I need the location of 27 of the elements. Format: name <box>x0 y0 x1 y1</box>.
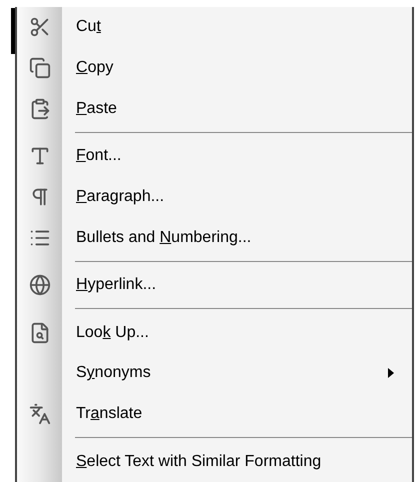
menu-item-label: Paragraph... <box>76 186 164 207</box>
menu-item-label: Copy <box>76 58 114 78</box>
menu-item[interactable]: Select Text with Similar Formatting <box>17 441 412 482</box>
menu-item[interactable]: Hyperlink... <box>17 264 412 306</box>
translate-icon <box>28 403 50 426</box>
menu-item[interactable]: Synonyms <box>17 353 412 394</box>
menu-item[interactable]: Bullets and Numbering... <box>17 217 412 258</box>
menu-item-label: Select Text with Similar Formatting <box>76 452 322 472</box>
menu-item-label: Synonyms <box>76 363 151 384</box>
menu-item[interactable]: Paragraph... <box>17 176 412 218</box>
menu-item[interactable]: Look Up... <box>17 312 412 354</box>
menu-item-label: Look Up... <box>76 322 149 343</box>
menu-item[interactable]: Cut <box>17 7 412 48</box>
menu-item-label: Paste <box>76 98 117 119</box>
menu-item[interactable]: Translate <box>17 394 412 434</box>
menu-item-label: Hyperlink... <box>76 275 156 296</box>
globe-icon <box>28 274 50 296</box>
menu-item[interactable]: Paste <box>17 88 412 129</box>
menu-item[interactable]: Font... <box>17 136 412 177</box>
menu-item-label: Translate <box>76 404 142 424</box>
scissors-icon <box>28 16 50 38</box>
menu-item[interactable]: Copy <box>17 48 412 88</box>
menu-item-label: Cut <box>76 17 101 38</box>
menu-item-label: Bullets and Numbering... <box>76 228 252 248</box>
copy-icon <box>28 56 50 79</box>
menu-item-label: Font... <box>76 146 122 166</box>
submenu-arrow-icon <box>388 368 394 378</box>
